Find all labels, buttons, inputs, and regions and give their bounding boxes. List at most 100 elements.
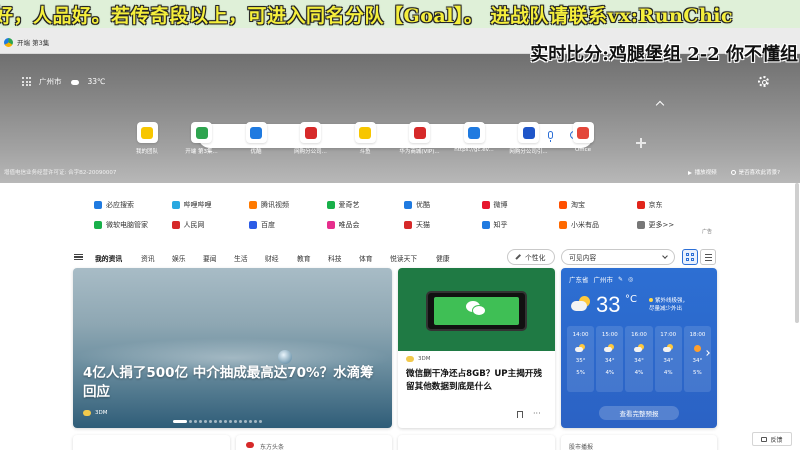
site-link[interactable]: 知乎 bbox=[481, 220, 508, 230]
site-link[interactable]: 京东 bbox=[636, 200, 663, 210]
site-link[interactable]: 唯品会 bbox=[326, 220, 360, 230]
chevron-up-icon[interactable] bbox=[655, 100, 665, 110]
partly-cloudy-icon bbox=[70, 78, 80, 85]
nav-tab[interactable]: 财经 bbox=[265, 253, 279, 263]
feed-card-secondary[interactable]: 3DM 微信删干净还占8GB？UP主揭开残留其他数据到底是什么 ··· bbox=[398, 268, 555, 428]
shortcut-tile[interactable]: Office bbox=[563, 122, 603, 153]
shortcut-tile[interactable]: https://gc.ev... bbox=[454, 122, 494, 153]
carousel-dot[interactable] bbox=[204, 420, 207, 423]
globe-icon[interactable]: ◎ bbox=[628, 276, 633, 283]
shortcut-tile[interactable]: 我的团队 bbox=[127, 122, 167, 155]
nav-tab[interactable]: 要闻 bbox=[203, 253, 217, 263]
carousel-dot[interactable] bbox=[209, 420, 212, 423]
carousel-dot[interactable] bbox=[254, 420, 257, 423]
shortcut-tile[interactable]: 网购分公司引... bbox=[509, 122, 549, 155]
feed-card-peek[interactable]: 东方头条 bbox=[236, 435, 392, 450]
carousel-dot[interactable] bbox=[194, 420, 197, 423]
site-link[interactable]: 人民网 bbox=[171, 220, 205, 230]
carousel-dot[interactable] bbox=[189, 420, 192, 423]
site-link[interactable]: 爱奇艺 bbox=[326, 200, 360, 210]
site-link[interactable]: 必应搜索 bbox=[94, 200, 134, 210]
site-link[interactable]: 小米有品 bbox=[559, 220, 599, 230]
location-city[interactable]: 广州市 bbox=[39, 76, 62, 87]
hour-rain: 4% bbox=[605, 370, 615, 376]
visible-content-select[interactable]: 可见内容 bbox=[561, 249, 675, 265]
bookmark-icon[interactable] bbox=[517, 411, 523, 418]
page-scrollbar[interactable] bbox=[795, 183, 799, 323]
edit-location-icon[interactable]: ✎ bbox=[618, 276, 623, 283]
gear-icon[interactable] bbox=[758, 76, 769, 87]
site-link-label: 哔哩哔哩 bbox=[183, 201, 212, 209]
douyu-icon bbox=[359, 126, 371, 139]
chevron-down-icon bbox=[662, 253, 668, 259]
nav-tab[interactable]: 娱乐 bbox=[172, 253, 186, 263]
apps-grid-icon[interactable] bbox=[22, 77, 31, 86]
wechat-icon bbox=[466, 301, 486, 317]
feed-card-peek[interactable]: 股市播报 bbox=[561, 435, 717, 450]
site-link[interactable]: 哔哩哔哩 bbox=[171, 200, 212, 210]
nav-tab[interactable]: 教育 bbox=[297, 253, 311, 263]
browser-tab[interactable]: 开端 第3集 bbox=[4, 33, 49, 51]
site-link[interactable]: 天猫 bbox=[404, 220, 430, 230]
more-options-icon[interactable]: ··· bbox=[533, 410, 541, 418]
ip-icon bbox=[522, 126, 535, 139]
nav-tab[interactable]: 体育 bbox=[359, 253, 373, 263]
carousel-dot[interactable] bbox=[229, 420, 232, 423]
license-notice[interactable]: 增值电信业务经营许可证: 合字B2-20090007 bbox=[4, 168, 116, 176]
carousel-dot[interactable] bbox=[173, 420, 187, 423]
shortcut-tile[interactable]: 华为商城(VIP)... bbox=[399, 122, 440, 155]
carousel-dot[interactable] bbox=[244, 420, 247, 423]
carousel-dot[interactable] bbox=[214, 420, 217, 423]
carousel-dots[interactable] bbox=[173, 420, 262, 423]
feed-card-peek[interactable] bbox=[398, 435, 555, 450]
shortcut-label: 网购分公司... bbox=[294, 149, 327, 155]
shortcut-label: 开端 第3集... bbox=[185, 149, 218, 155]
shortcut-tile[interactable]: 斗鱼 bbox=[345, 122, 385, 155]
header-temperature[interactable]: 33℃ bbox=[88, 77, 106, 86]
nav-tab[interactable]: 科技 bbox=[328, 253, 342, 263]
shortcut-tile[interactable]: 优酷 bbox=[236, 122, 276, 155]
site-link-label: 唯品会 bbox=[338, 221, 360, 229]
personalize-button[interactable]: 个性化 bbox=[507, 249, 555, 265]
carousel-dot[interactable] bbox=[239, 420, 242, 423]
partly-cloudy-icon bbox=[633, 344, 645, 352]
site-link[interactable]: 腾讯视频 bbox=[249, 200, 289, 210]
grid-view-button[interactable] bbox=[682, 249, 698, 265]
feed-card-source: 3DM bbox=[406, 356, 430, 362]
site-link[interactable]: 百度 bbox=[249, 220, 275, 230]
site-link-label: 爱奇艺 bbox=[338, 201, 360, 209]
carousel-dot[interactable] bbox=[199, 420, 202, 423]
feed-card-title[interactable]: 微信删干净还占8GB？UP主揭开残留其他数据到底是什么 bbox=[406, 368, 549, 394]
feedback-button[interactable]: 反馈 bbox=[752, 432, 792, 446]
like-background-button[interactable]: 是否喜欢此背景? bbox=[730, 168, 780, 176]
weather-alert[interactable]: 紫外线极强， 尽量减少外出 bbox=[649, 297, 688, 313]
nav-tab[interactable]: 我的资讯 bbox=[95, 253, 122, 263]
list-view-button[interactable] bbox=[700, 249, 716, 265]
weather-card[interactable]: 广东省 广州市 ✎ ◎ 33 °C 紫外线极强， 尽量减少外出 14:00 35°… bbox=[561, 268, 717, 428]
feed-card-title[interactable]: 4亿人捐了500亿 中介抽成最高达70%？水滴筹回应 bbox=[83, 364, 383, 402]
nav-tab[interactable]: 健康 bbox=[436, 253, 450, 263]
carousel-dot[interactable] bbox=[259, 420, 262, 423]
feed-card-peek[interactable] bbox=[73, 435, 230, 450]
site-link[interactable]: 更多>> bbox=[636, 220, 674, 230]
menu-icon[interactable] bbox=[74, 254, 83, 260]
carousel-dot[interactable] bbox=[249, 420, 252, 423]
nav-tab[interactable]: 悦读天下 bbox=[390, 253, 417, 263]
full-forecast-button[interactable]: 查看完整预报 bbox=[599, 406, 679, 420]
carousel-dot[interactable] bbox=[234, 420, 237, 423]
play-video-button[interactable]: 播放视频 bbox=[687, 168, 717, 176]
carousel-dot[interactable] bbox=[219, 420, 222, 423]
add-shortcut-icon[interactable] bbox=[636, 138, 646, 148]
site-link[interactable]: 微博 bbox=[481, 200, 508, 210]
feed-card-main[interactable]: 4亿人捐了500亿 中介抽成最高达70%？水滴筹回应 3DM bbox=[73, 268, 392, 428]
nav-tab[interactable]: 生活 bbox=[234, 253, 248, 263]
shortcut-tile[interactable]: 开端 第3集... bbox=[182, 122, 222, 155]
site-icon bbox=[636, 201, 645, 209]
site-link[interactable]: 淘宝 bbox=[559, 200, 585, 210]
carousel-dot[interactable] bbox=[224, 420, 227, 423]
nav-tab[interactable]: 资讯 bbox=[141, 253, 155, 263]
shortcut-tile[interactable]: 网购分公司... bbox=[291, 122, 331, 155]
site-link[interactable]: 微软电脑管家 bbox=[94, 220, 148, 230]
partly-cloudy-icon bbox=[575, 344, 586, 352]
site-link[interactable]: 优酷 bbox=[404, 200, 430, 210]
